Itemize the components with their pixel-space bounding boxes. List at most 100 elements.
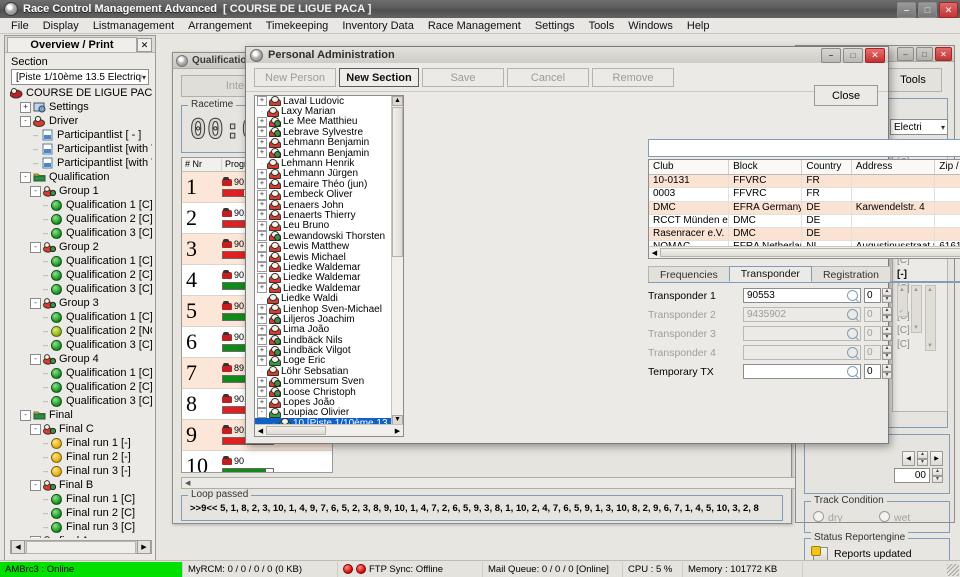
tree-node[interactable]: -Qualification xyxy=(10,170,152,184)
scroll-left-icon[interactable]: ◀ xyxy=(649,249,660,257)
person-tree-row[interactable]: +Loge Eric xyxy=(255,356,392,366)
tree-expander[interactable]: - xyxy=(20,116,31,127)
menu-help[interactable]: Help xyxy=(680,19,717,33)
person-tree-row[interactable]: +Lebrave Sylvestre xyxy=(255,127,392,137)
person-tree-row[interactable]: +Lenaers John xyxy=(255,200,392,210)
scroll-left-icon[interactable]: ◀ xyxy=(255,427,266,435)
person-tree-row[interactable]: +Loose Christoph xyxy=(255,387,392,397)
person-tree-row[interactable]: +Liedke Waldemar xyxy=(255,262,392,272)
start-left-button[interactable]: ◀ xyxy=(902,451,915,466)
tree-expander[interactable]: + xyxy=(257,398,267,408)
person-tree-hscrollbar[interactable]: ◀ ▶ xyxy=(255,424,403,436)
menu-windows[interactable]: Windows xyxy=(621,19,680,33)
tree-node[interactable]: –Qualification 2 [C] xyxy=(10,212,152,226)
tree-expander[interactable]: + xyxy=(257,335,267,345)
tree-expander[interactable]: + xyxy=(257,169,267,179)
person-tree-row[interactable]: +Lewis Matthew xyxy=(255,241,392,251)
pa-maximize-button[interactable]: □ xyxy=(843,48,863,63)
field-number[interactable]: 0 xyxy=(864,364,881,379)
person-tree-row[interactable]: ·Liedke Waldi xyxy=(255,293,392,303)
table-row[interactable]: 1090 xyxy=(182,451,332,473)
field-input[interactable]: 90553 xyxy=(743,288,861,303)
tree-node[interactable]: –Qualification 2 [NC] xyxy=(10,324,152,338)
tree-expander[interactable]: + xyxy=(257,242,267,252)
person-tree-row[interactable]: +Le Mee Matthieu xyxy=(255,117,392,127)
field-spinner[interactable]: ▲▼ xyxy=(882,288,892,303)
tree-expander[interactable]: + xyxy=(257,231,267,241)
menu-settings[interactable]: Settings xyxy=(528,19,582,33)
right-close-button[interactable]: ✕ xyxy=(935,47,952,61)
tree-node[interactable]: –Final run 3 [C] xyxy=(10,520,152,534)
person-tree-hscroll-thumb[interactable] xyxy=(266,426,326,435)
menu-race-management[interactable]: Race Management xyxy=(421,19,528,33)
radio-dry[interactable]: dry xyxy=(813,511,879,524)
search-icon[interactable] xyxy=(847,328,858,339)
field-spinner[interactable]: ▲▼ xyxy=(882,345,892,360)
tree-node[interactable]: –Final run 2 [C] xyxy=(10,506,152,520)
tree-expander[interactable]: + xyxy=(257,283,267,293)
person-tree-row[interactable]: +Lembeck Oliver xyxy=(255,190,392,200)
tree-node[interactable]: -final A xyxy=(10,534,152,538)
field-spinner[interactable]: ▲▼ xyxy=(882,364,892,379)
tree-node[interactable]: -Group 2 xyxy=(10,240,152,254)
table-hscrollbar[interactable]: ◀ ▶ xyxy=(649,246,960,258)
person-tree-row[interactable]: +Lemaire Théo (jun) xyxy=(255,179,392,189)
search-icon[interactable] xyxy=(847,309,858,320)
tree-expander[interactable]: - xyxy=(30,298,41,309)
radio-wet[interactable]: wet xyxy=(879,511,910,524)
tree-expander[interactable]: + xyxy=(257,200,267,210)
tree-node[interactable]: –Final run 2 [-] xyxy=(10,450,152,464)
scroll-right-icon[interactable]: ▶ xyxy=(137,540,151,554)
tree-expander[interactable]: + xyxy=(257,138,267,148)
tree-expander[interactable]: + xyxy=(257,262,267,272)
menu-listmanagement[interactable]: Listmanagement xyxy=(86,19,181,33)
field-input[interactable]: 9435902 xyxy=(743,307,861,322)
slider-3[interactable]: ▲ ▼ xyxy=(925,285,936,351)
person-tree-row[interactable]: ·Löhr Sebsatian xyxy=(255,366,392,376)
column-header[interactable]: Block xyxy=(729,160,802,174)
column-header[interactable]: Country xyxy=(802,160,851,174)
search-icon[interactable] xyxy=(847,290,858,301)
person-tree-row[interactable]: +Lehmann Benjamin xyxy=(255,148,392,158)
right-section-dropdown[interactable]: Electri ▾ xyxy=(890,119,948,135)
column-header[interactable]: Zip / Location xyxy=(935,160,960,174)
tree-node[interactable]: –Qualification 2 [C] xyxy=(10,380,152,394)
tree-node[interactable]: -Group 4 xyxy=(10,352,152,366)
person-tree-row[interactable]: +Lienhop Sven-Michael xyxy=(255,304,392,314)
menu-display[interactable]: Display xyxy=(36,19,86,33)
field-number[interactable]: 0 xyxy=(864,326,881,341)
search-icon[interactable] xyxy=(847,347,858,358)
person-tree-row[interactable]: +Lewis Michael xyxy=(255,252,392,262)
start-spinner[interactable]: ▲▼ xyxy=(917,451,928,466)
table-row[interactable]: 0003FFVRCFR xyxy=(649,188,960,201)
start-right-button[interactable]: ▶ xyxy=(930,451,943,466)
club-table[interactable]: ClubBlockCountryAddressZip / LocationZip… xyxy=(648,159,960,259)
tab-frequencies[interactable]: Frequencies xyxy=(648,266,730,282)
person-tree-row[interactable]: +Lehmann Jürgen xyxy=(255,169,392,179)
tree-node[interactable]: -Final C xyxy=(10,422,152,436)
tree-node[interactable]: –Participantlist [with TX, Freq xyxy=(10,142,152,156)
field-spinner[interactable]: ▲▼ xyxy=(882,307,892,322)
tree-expander[interactable]: + xyxy=(20,102,31,113)
field-number[interactable]: 0 xyxy=(864,345,881,360)
field-input[interactable] xyxy=(743,364,861,379)
tree-node[interactable]: –Final run 1 [C] xyxy=(10,492,152,506)
person-tree-row[interactable]: -Loupiac Olivier xyxy=(255,408,392,418)
detail-tabs[interactable]: FrequenciesTransponderRegistration xyxy=(648,266,960,283)
tree-expander[interactable]: - xyxy=(30,186,41,197)
tree-expander[interactable]: + xyxy=(257,210,267,220)
close-icon[interactable]: ✕ xyxy=(137,38,152,52)
person-tree-row[interactable]: +Leu Bruno xyxy=(255,221,392,231)
tree-expander[interactable]: + xyxy=(257,273,267,283)
tree-expander[interactable]: + xyxy=(257,179,267,189)
person-tree-row[interactable]: +Lommersum Sven xyxy=(255,377,392,387)
person-tree-row[interactable]: +Lopes João xyxy=(255,397,392,407)
menu-tools[interactable]: Tools xyxy=(582,19,622,33)
tree-expander[interactable]: + xyxy=(257,314,267,324)
tree-expander[interactable]: + xyxy=(257,377,267,387)
menu-arrangement[interactable]: Arrangement xyxy=(181,19,259,33)
person-tree-row[interactable]: ·Lehmann Henrik xyxy=(255,158,392,168)
scroll-left-icon[interactable]: ◀ xyxy=(182,479,193,487)
tree-expander[interactable]: + xyxy=(257,252,267,262)
person-tree[interactable]: +Laval Ludovic·Laxy Marian+Le Mee Matthi… xyxy=(254,95,404,437)
